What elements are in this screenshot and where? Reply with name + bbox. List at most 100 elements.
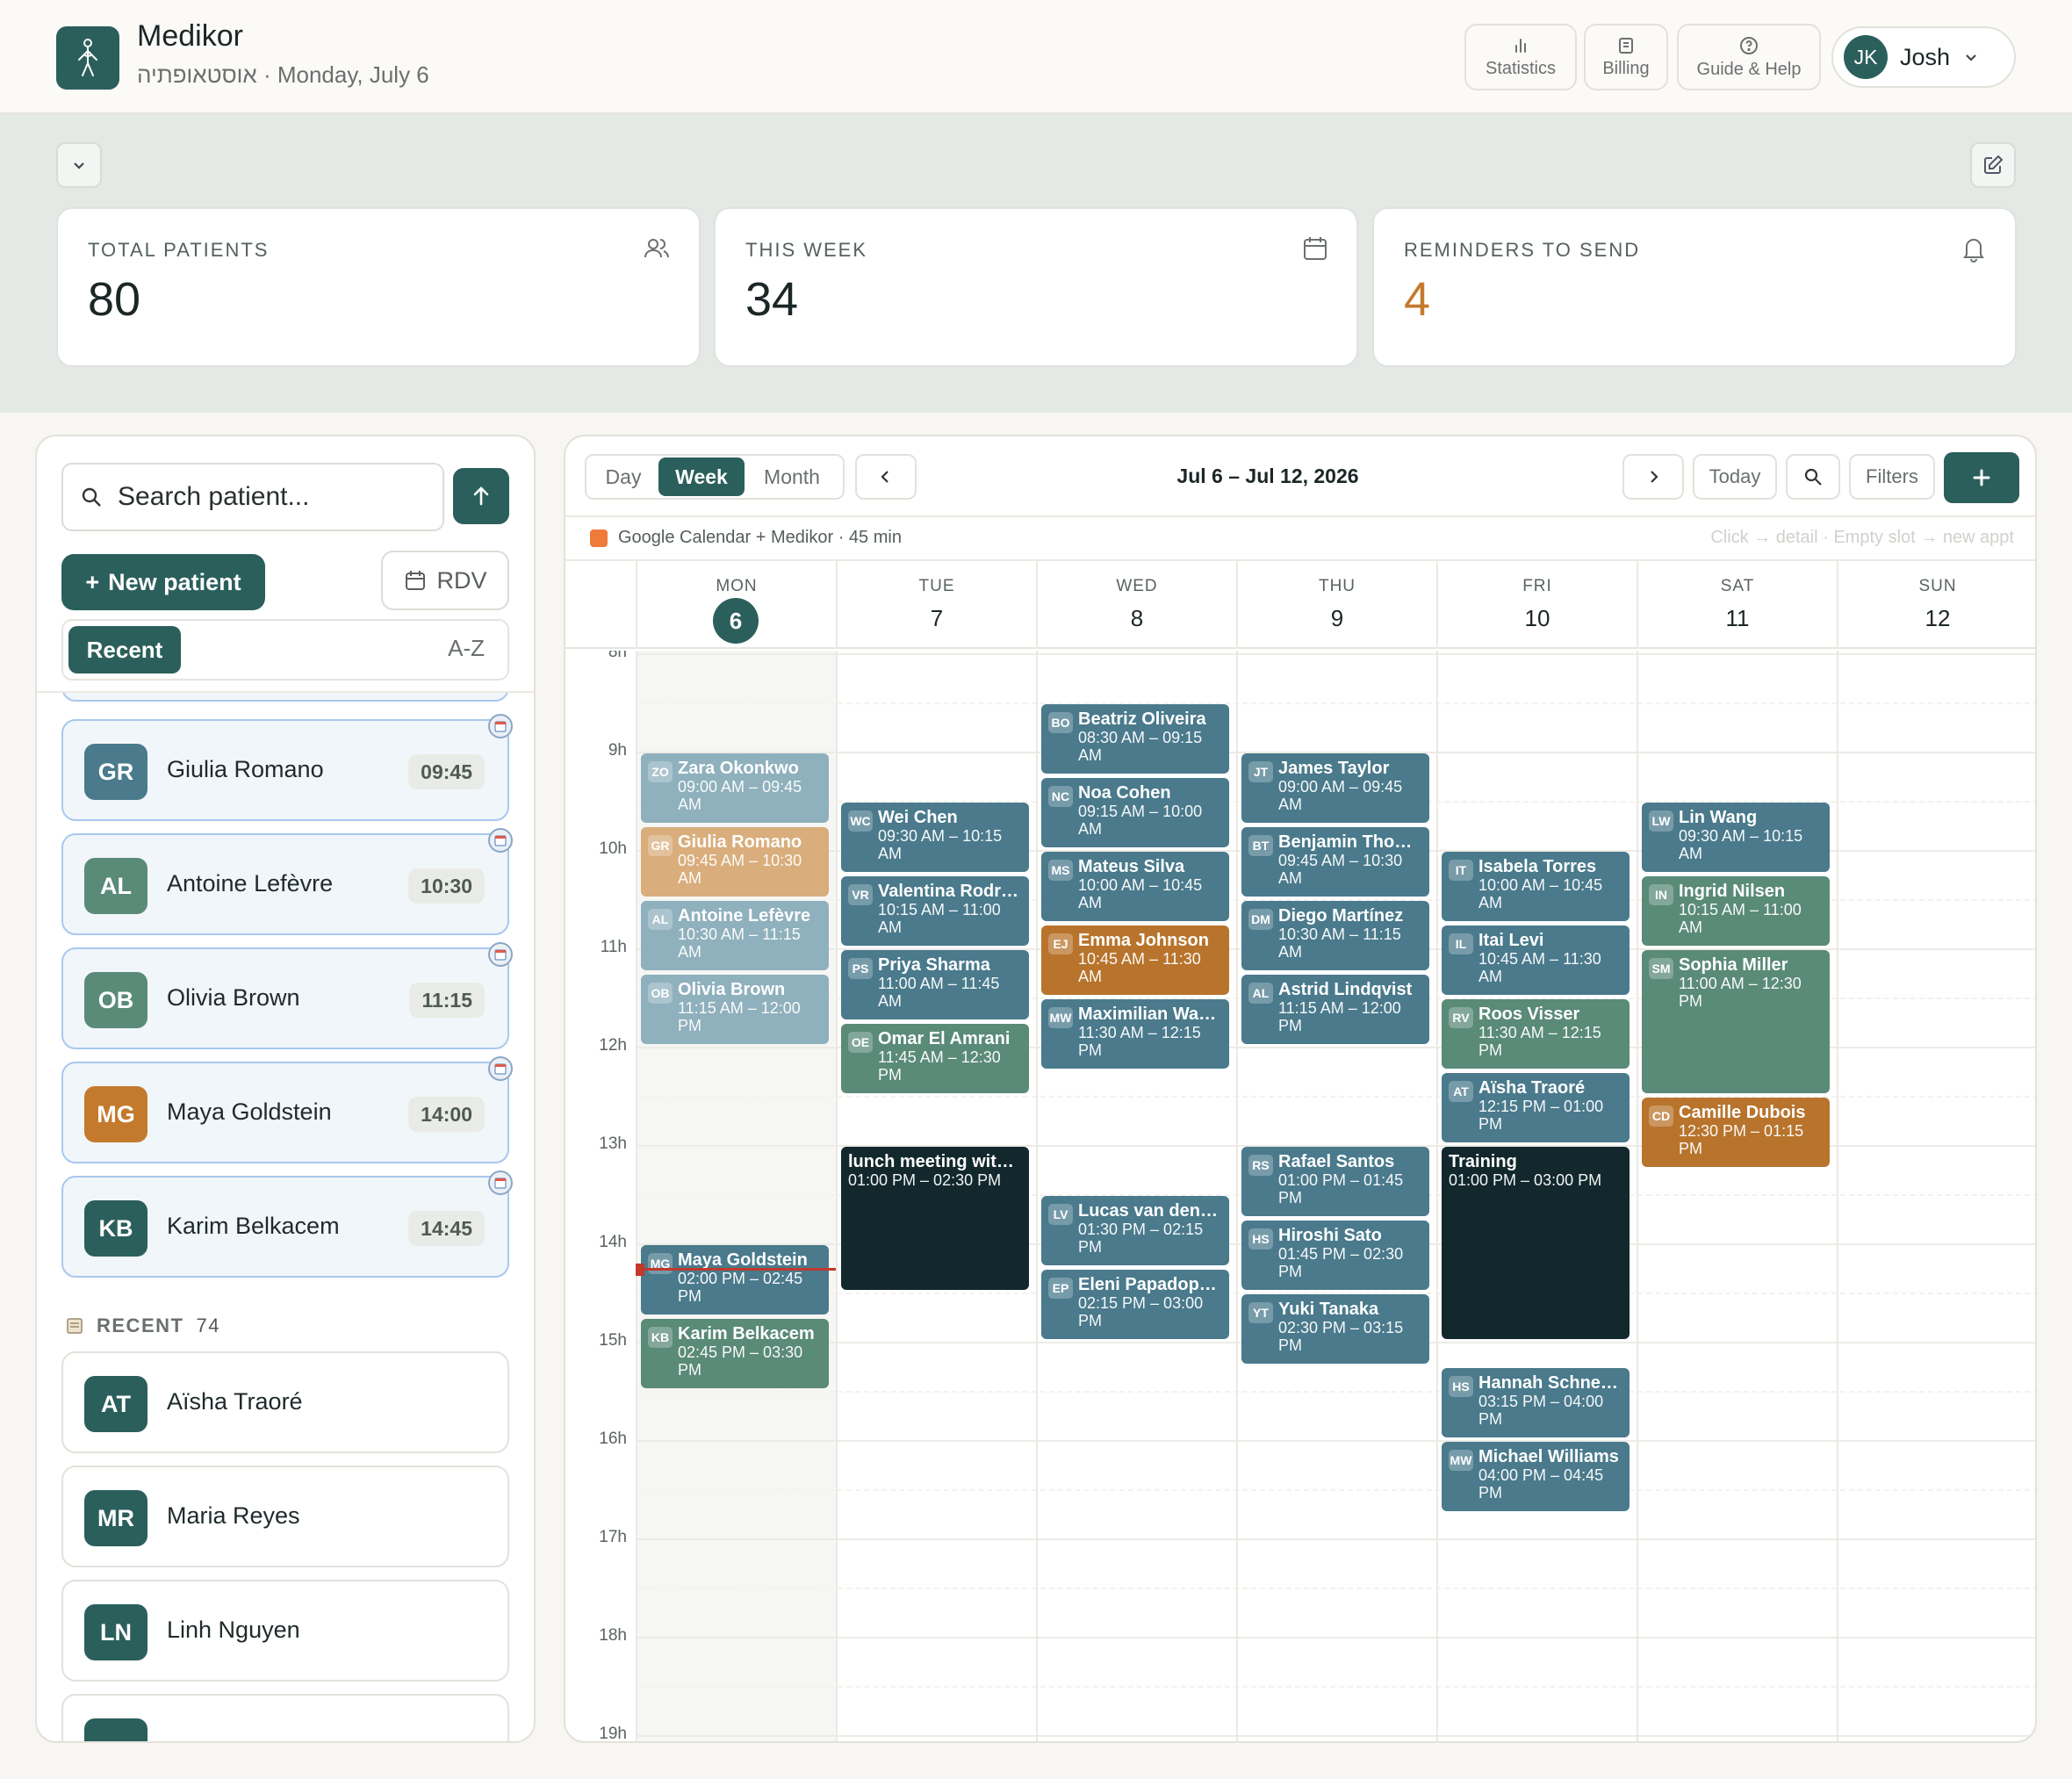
day-divider <box>1236 651 1238 1741</box>
statistics-button[interactable]: Statistics <box>1464 24 1577 90</box>
appointment-event[interactable]: RV Roos Visser 11:30 AM – 12:15 PM <box>1442 999 1630 1070</box>
appointment-event[interactable]: DM Diego Martínez 10:30 AM – 11:15 AM <box>1241 901 1429 971</box>
appointment-event[interactable]: PS Priya Sharma 11:00 AM – 11:45 AM <box>841 950 1029 1020</box>
appointment-event[interactable]: OE Omar El Amrani 11:45 AM – 12:30 PM <box>841 1024 1029 1094</box>
appointment-event[interactable]: MW Michael Williams 04:00 PM – 04:45 PM <box>1442 1442 1630 1512</box>
appointment-event[interactable]: GR Giulia Romano 09:45 AM – 10:30 AM <box>641 827 829 897</box>
date-range: Jul 6 – Jul 12, 2026 <box>1176 465 1359 487</box>
appointment-event[interactable]: IL Itai Levi 10:45 AM – 11:30 AM <box>1442 926 1630 996</box>
calendar-block-event[interactable]: lunch meeting wit… 01:00 PM – 02:30 PM <box>841 1147 1029 1291</box>
appointment-event[interactable]: AL Astrid Lindqvist 11:15 AM – 12:00 PM <box>1241 975 1429 1045</box>
appointment-event[interactable]: VR Valentina Rodr… 10:15 AM – 11:00 AM <box>841 876 1029 947</box>
prev-week-button[interactable] <box>855 454 917 500</box>
appointment-card[interactable]: OB Olivia Brown 11:15 <box>61 942 513 1049</box>
view-day-tab[interactable]: Day <box>588 457 658 496</box>
appointment-event[interactable]: HS Hannah Schnei… 03:15 PM – 04:00 PM <box>1442 1368 1630 1438</box>
event-title: Rafael Santos <box>1278 1152 1395 1172</box>
day-header-row: MON 6 TUE 7 WED 8 THU 9 FRI 10 SAT 11 SUN 12 <box>565 561 2035 649</box>
appointment-card[interactable]: KB Karim Belkacem 14:45 <box>61 1170 513 1278</box>
list-item[interactable] <box>61 1694 509 1741</box>
day-header-sat[interactable]: SAT 11 <box>1637 561 1837 649</box>
new-patient-button[interactable]: + New patient <box>61 554 265 610</box>
event-time: 10:45 AM – 11:30 AM <box>1478 950 1601 986</box>
patient-initials: MS <box>1048 860 1073 882</box>
view-week-tab[interactable]: Week <box>658 457 745 496</box>
sort-recent-button[interactable]: Recent <box>68 626 181 673</box>
appointment-event[interactable]: IN Ingrid Nilsen 10:15 AM – 11:00 AM <box>1642 876 1830 947</box>
view-month-tab[interactable]: Month <box>745 457 839 496</box>
patient-initials: HS <box>1248 1228 1273 1250</box>
appointment-event[interactable]: YT Yuki Tanaka 02:30 PM – 03:15 PM <box>1241 1294 1429 1365</box>
upload-button[interactable] <box>453 468 509 524</box>
appointment-event[interactable]: LW Lin Wang 09:30 AM – 10:15 AM <box>1642 803 1830 873</box>
appointment-event[interactable]: EP Eleni Papadop… 02:15 PM – 03:00 PM <box>1041 1270 1229 1340</box>
day-name: SAT <box>1720 577 1755 595</box>
appointment-event[interactable]: WC Wei Chen 09:30 AM – 10:15 AM <box>841 803 1029 873</box>
day-header-tue[interactable]: TUE 7 <box>836 561 1036 649</box>
next-week-button[interactable] <box>1622 454 1684 500</box>
appointment-event[interactable]: HS Hiroshi Sato 01:45 PM – 02:30 PM <box>1241 1221 1429 1291</box>
appointment-event[interactable]: KB Karim Belkacem 02:45 PM – 03:30 PM <box>641 1319 829 1389</box>
patient-initials: GR <box>648 835 673 857</box>
appointment-event[interactable]: SM Sophia Miller 11:00 AM – 12:30 PM <box>1642 950 1830 1094</box>
day-divider <box>1637 651 1638 1741</box>
rdv-button[interactable]: RDV <box>381 551 509 610</box>
appointment-card[interactable]: AL Antoine Lefèvre 10:30 <box>61 828 513 935</box>
appointment-time: 11:15 <box>409 983 485 1018</box>
appointment-event[interactable]: RS Rafael Santos 01:00 PM – 01:45 PM <box>1241 1147 1429 1217</box>
event-title: Benjamin Tho… <box>1278 832 1413 853</box>
day-header-sun[interactable]: SUN 12 <box>1837 561 2035 649</box>
appointment-event[interactable]: EJ Emma Johnson 10:45 AM – 11:30 AM <box>1041 926 1229 996</box>
appointment-event[interactable]: NC Noa Cohen 09:15 AM – 10:00 AM <box>1041 778 1229 848</box>
appointment-event[interactable]: BT Benjamin Tho… 09:45 AM – 10:30 AM <box>1241 827 1429 897</box>
appointment-card[interactable]: MG Maya Goldstein 14:00 <box>61 1056 513 1163</box>
guide-help-button[interactable]: Guide & Help <box>1677 24 1821 90</box>
hour-label: 14h <box>599 1233 627 1252</box>
day-divider <box>1436 651 1438 1741</box>
calendar-block-event[interactable]: Training 01:00 PM – 03:00 PM <box>1442 1147 1630 1340</box>
day-date: 11 <box>1725 605 1750 631</box>
event-time: 10:00 AM – 10:45 AM <box>1078 876 1203 912</box>
half-hour-line <box>636 1391 2035 1394</box>
appointment-event[interactable]: IT Isabela Torres 10:00 AM – 10:45 AM <box>1442 852 1630 922</box>
appointment-event[interactable]: MG Maya Goldstein 02:00 PM – 02:45 PM <box>641 1245 829 1315</box>
search-input[interactable]: Search patient... <box>61 463 444 531</box>
day-header-wed[interactable]: WED 8 <box>1036 561 1236 649</box>
user-name: Josh <box>1900 43 1951 70</box>
recent-patient-card[interactable]: MR Maria Reyes <box>61 1466 509 1567</box>
help-circle-icon <box>1740 36 1758 54</box>
appointment-event[interactable]: LV Lucas van den … 01:30 PM – 02:15 PM <box>1041 1196 1229 1266</box>
filters-button[interactable]: Filters <box>1849 454 1935 500</box>
day-name: FRI <box>1522 577 1552 595</box>
appointment-event[interactable]: CD Camille Dubois 12:30 PM – 01:15 PM <box>1642 1098 1830 1168</box>
appointment-event[interactable]: AT Aïsha Traoré 12:15 PM – 01:00 PM <box>1442 1073 1630 1143</box>
appointment-event[interactable]: MW Maximilian Wa… 11:30 AM – 12:15 PM <box>1041 999 1229 1070</box>
appointment-event[interactable]: JT James Taylor 09:00 AM – 09:45 AM <box>1241 753 1429 824</box>
recent-patient-card[interactable]: AT Aïsha Traoré <box>61 1351 509 1453</box>
event-time: 10:30 AM – 11:15 AM <box>1278 926 1401 962</box>
patient-initials: CD <box>1649 1106 1673 1127</box>
app-logo[interactable] <box>56 26 119 90</box>
appointment-event[interactable]: OB Olivia Brown 11:15 AM – 12:00 PM <box>641 975 829 1045</box>
edit-button[interactable] <box>1970 142 2016 188</box>
recent-patient-card[interactable]: LN Linh Nguyen <box>61 1580 509 1682</box>
appointment-card[interactable]: GR Giulia Romano 09:45 <box>61 714 513 821</box>
collapse-button[interactable] <box>56 142 102 188</box>
event-title: Valentina Rodr… <box>878 882 1019 902</box>
appointment-event[interactable]: ZO Zara Okonkwo 09:00 AM – 09:45 AM <box>641 753 829 824</box>
appointment-event[interactable]: AL Antoine Lefèvre 10:30 AM – 11:15 AM <box>641 901 829 971</box>
calendar-search-button[interactable] <box>1786 454 1840 500</box>
list-item[interactable] <box>61 693 509 702</box>
add-appointment-button[interactable] <box>1944 452 2019 503</box>
sort-az-button[interactable]: A-Z <box>448 635 485 662</box>
today-button[interactable]: Today <box>1693 454 1777 500</box>
hour-label: 17h <box>599 1528 627 1547</box>
day-header-thu[interactable]: THU 9 <box>1236 561 1436 649</box>
billing-button[interactable]: Billing <box>1584 24 1668 90</box>
week-grid[interactable]: 8h 9h 10h 11h 12h 13h 14h 15h 16h 17h 18h 19h ZO Zara… <box>565 651 2035 1741</box>
appointment-event[interactable]: BO Beatriz Oliveira 08:30 AM – 09:15 AM <box>1041 704 1229 774</box>
user-menu[interactable]: JK Josh <box>1831 26 2016 88</box>
day-header-mon[interactable]: MON 6 <box>636 561 836 649</box>
day-header-fri[interactable]: FRI 10 <box>1436 561 1637 649</box>
appointment-event[interactable]: MS Mateus Silva 10:00 AM – 10:45 AM <box>1041 852 1229 922</box>
